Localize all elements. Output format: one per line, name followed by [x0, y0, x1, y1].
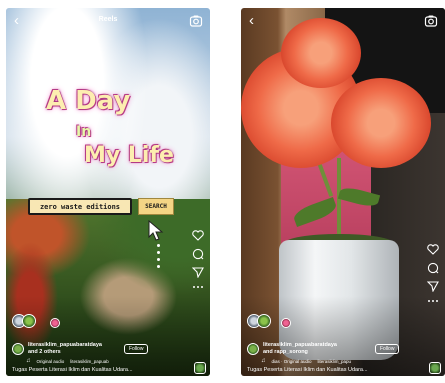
reels-top-bar: ‹: [241, 8, 445, 34]
post-caption[interactable]: Tugas Peserta Literasi Iklim dan Kualita…: [12, 367, 133, 373]
username[interactable]: literasiklim_papuabaratdaya: [263, 342, 337, 348]
post-caption[interactable]: Tugas Peserta Literasi Iklim dan Kualita…: [247, 367, 368, 373]
camera-icon[interactable]: [189, 14, 203, 28]
overlay-search-bar: zero waste editions: [28, 198, 132, 215]
overlay-title-in: In: [76, 124, 92, 140]
audio-thumbnail[interactable]: [194, 362, 206, 374]
coauthors[interactable]: and 2 others: [28, 349, 61, 355]
audio-thumbnail[interactable]: [429, 362, 441, 374]
camera-icon[interactable]: [424, 14, 438, 28]
overlay-title-my-life: My Life: [84, 143, 174, 168]
post-author-row: literasiklim_papuabaratdaya and 2 others…: [12, 341, 182, 357]
comment-icon[interactable]: [192, 248, 204, 260]
reels-top-bar: ‹ Reels: [6, 8, 210, 34]
avatar[interactable]: [12, 343, 24, 355]
audio-row[interactable]: ♫ Original audio literasiklim_papuab: [26, 358, 109, 364]
reel-right[interactable]: ‹ literasiklim_papuabaratdaya and rapp_s…: [241, 8, 445, 376]
action-rail: [190, 230, 206, 289]
collaborator-avatar: [22, 314, 36, 328]
more-options-icon[interactable]: [427, 299, 439, 303]
bottom-shade: [241, 296, 445, 376]
collaborator-avatars[interactable]: [12, 314, 60, 330]
overlay-search-button: SEARCH: [138, 198, 174, 215]
back-arrow-icon[interactable]: ‹: [249, 13, 263, 28]
follow-button[interactable]: Follow: [124, 344, 149, 354]
collaborator-avatar: [281, 318, 291, 328]
overlay-title-a-day: A Day: [46, 86, 131, 116]
action-rail: [425, 244, 441, 303]
audio-owner: literasiklim_papu: [317, 358, 352, 364]
bottom-shade: [6, 296, 210, 376]
mouse-cursor-icon: [148, 220, 164, 241]
username[interactable]: literasiklim_papuabaratdaya: [28, 342, 102, 348]
post-author-row: literasiklim_papuabaratdaya and rapp_sor…: [247, 341, 417, 357]
heart-icon[interactable]: [427, 244, 439, 255]
more-options-icon[interactable]: [192, 285, 204, 289]
avatar[interactable]: [247, 343, 259, 355]
flower-cluster: [331, 78, 431, 168]
loading-dots: [157, 244, 161, 268]
follow-button[interactable]: Follow: [375, 344, 400, 354]
collaborator-avatar: [50, 318, 60, 328]
reel-left[interactable]: ‹ Reels A Day In My Life zero waste edit…: [6, 8, 210, 376]
audio-label: Original audio: [36, 358, 65, 364]
share-icon[interactable]: [192, 267, 204, 278]
audio-owner: literasiklim_papuab: [70, 358, 109, 364]
music-note-icon: ♫: [26, 358, 31, 364]
audio-label: dias · Original audio: [271, 358, 312, 364]
share-icon[interactable]: [427, 281, 439, 292]
coauthors[interactable]: and rapp_sorong: [263, 349, 308, 355]
music-note-icon: ♫: [261, 358, 266, 364]
audio-row[interactable]: ♫ dias · Original audio literasiklim_pap…: [261, 358, 351, 364]
comment-icon[interactable]: [427, 262, 439, 274]
reels-title: Reels: [98, 16, 118, 23]
collaborator-avatars[interactable]: [247, 314, 291, 330]
heart-icon[interactable]: [192, 230, 204, 241]
collaborator-avatar: [257, 314, 271, 328]
